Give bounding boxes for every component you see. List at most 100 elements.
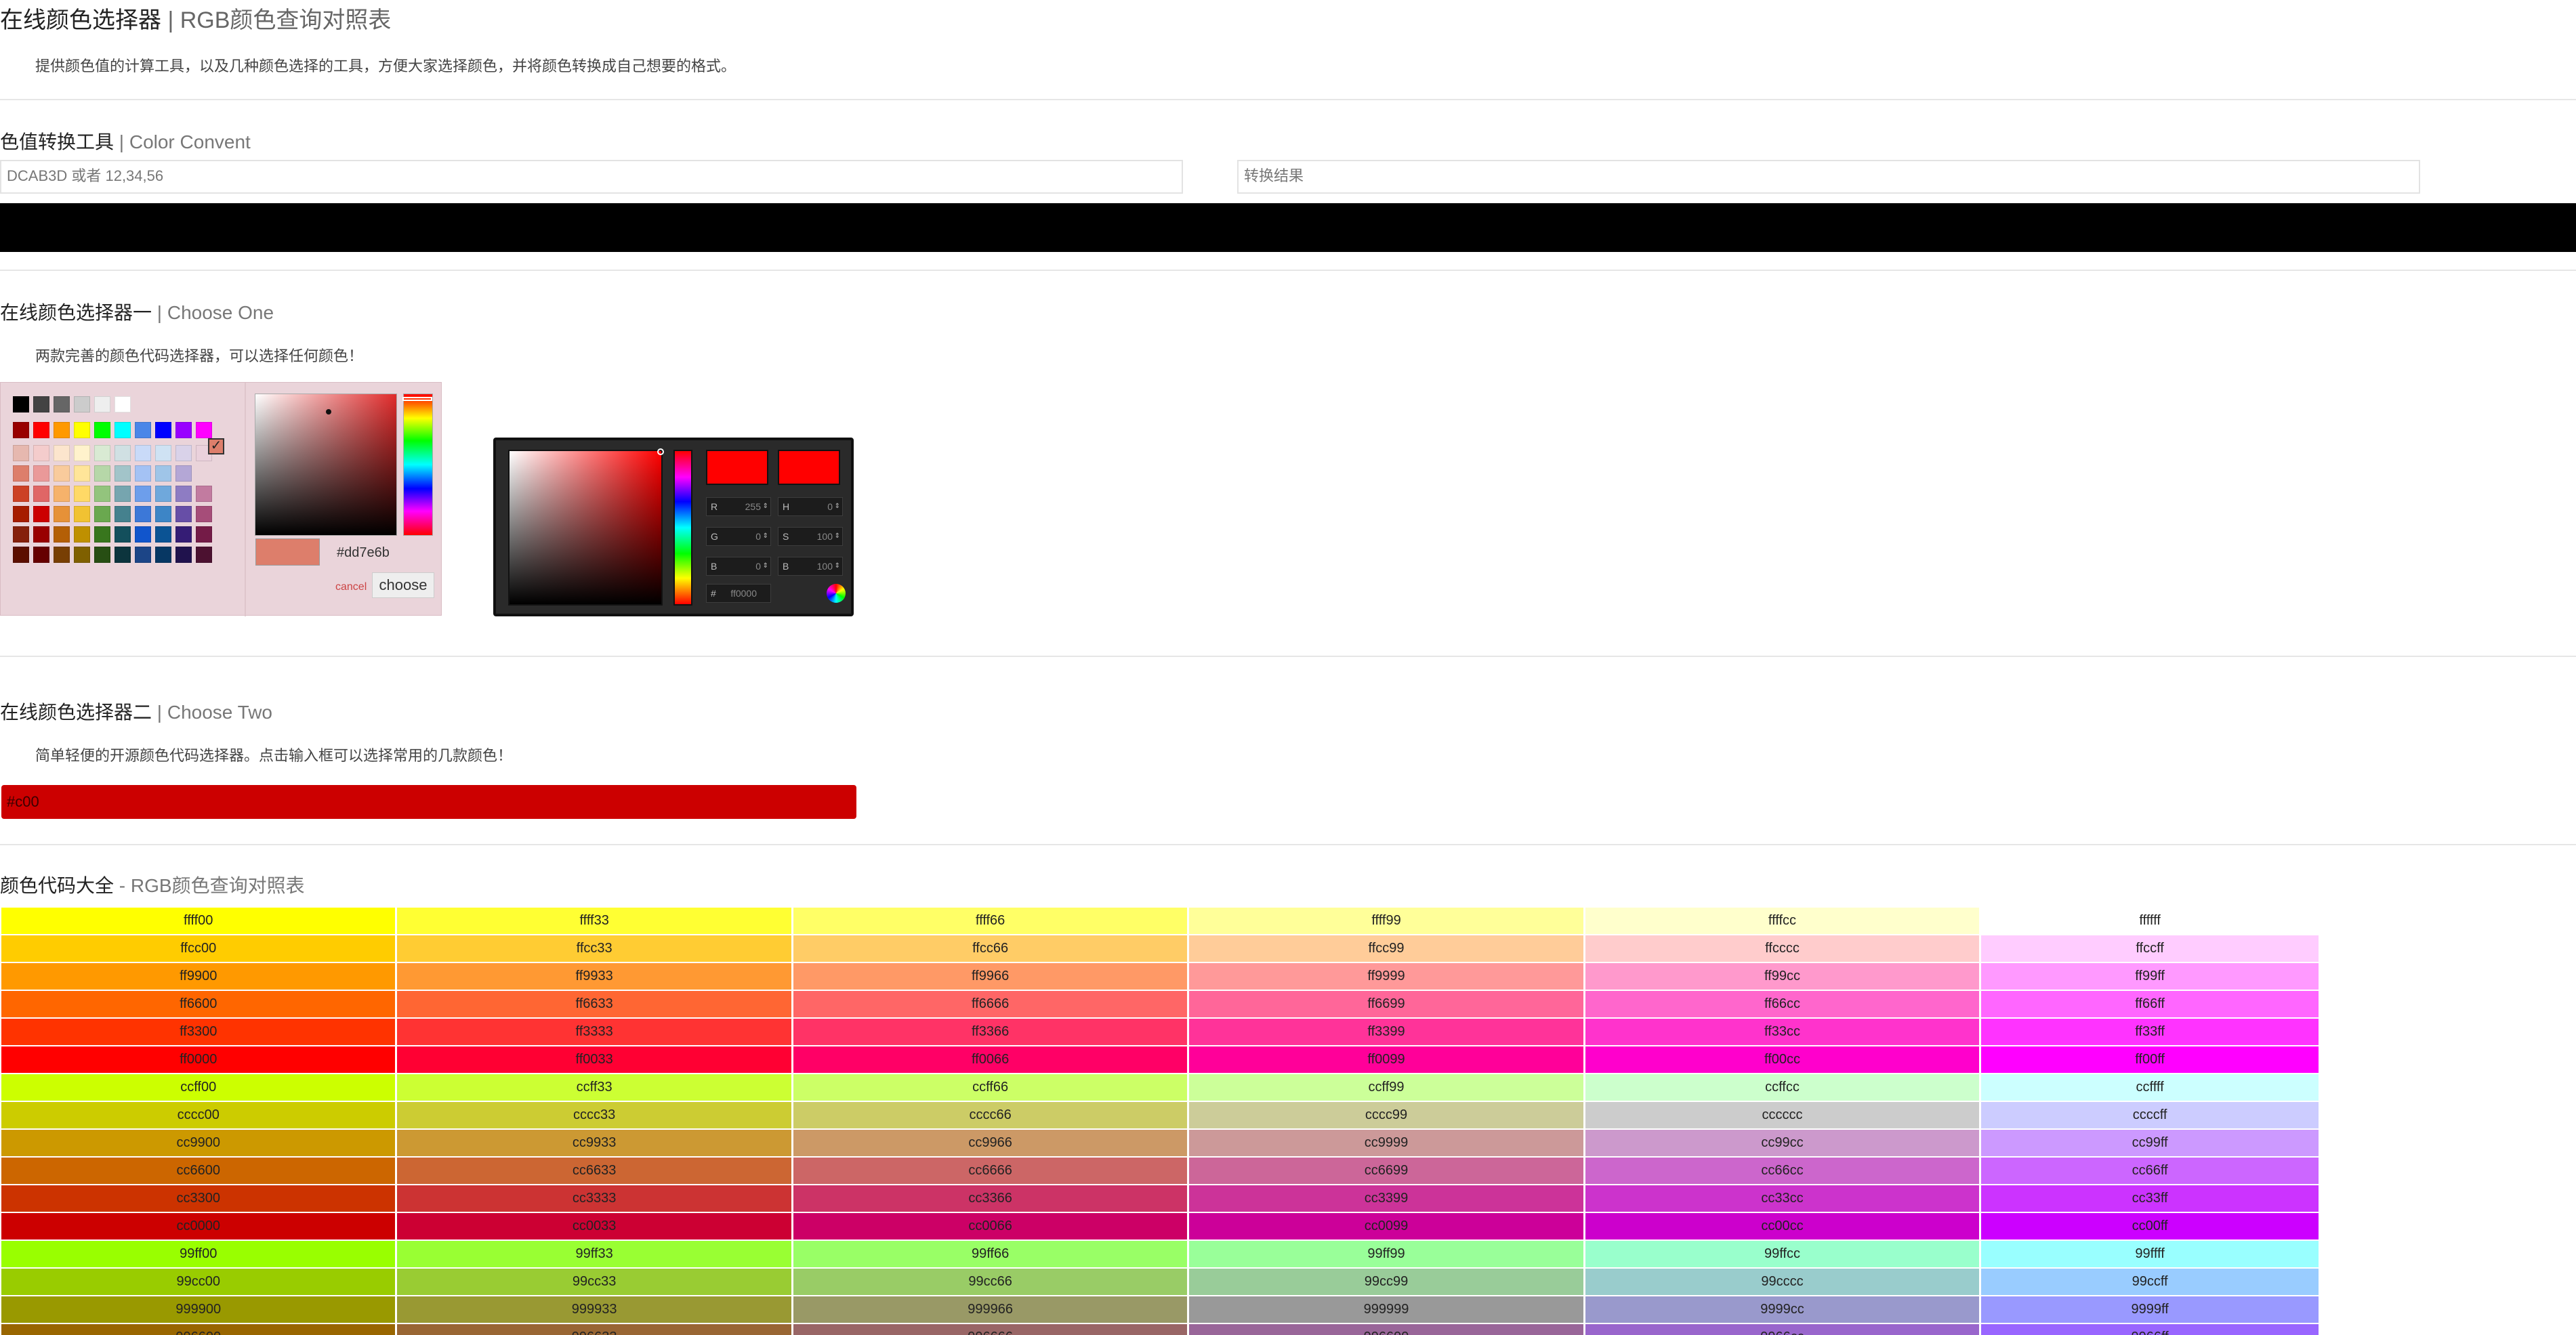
palette-swatch[interactable] xyxy=(33,445,49,461)
color-code-cell[interactable]: cc9966 xyxy=(793,1130,1188,1156)
color-code-cell[interactable]: ffff66 xyxy=(793,908,1188,934)
color-code-cell[interactable]: cc9900 xyxy=(1,1130,396,1156)
color-code-cell[interactable]: ff6666 xyxy=(793,991,1188,1017)
color-code-cell[interactable]: ff0033 xyxy=(397,1046,791,1073)
hex-field[interactable]: # ff0000 xyxy=(706,584,771,603)
palette-swatch[interactable] xyxy=(13,526,29,543)
palette-swatch[interactable] xyxy=(94,506,110,522)
color-code-cell[interactable]: ff0066 xyxy=(793,1046,1188,1073)
palette-swatch[interactable] xyxy=(175,465,192,482)
color-code-cell[interactable]: cc00cc xyxy=(1585,1213,1980,1239)
color-code-cell[interactable]: ffccff xyxy=(1981,935,2319,962)
color-code-cell[interactable]: cc99cc xyxy=(1585,1130,1980,1156)
color-value-field[interactable]: R 255 ⇕ xyxy=(706,497,771,516)
color-code-cell[interactable]: ccccff xyxy=(1981,1102,2319,1128)
color-code-cell[interactable]: ff9900 xyxy=(1,963,396,990)
color-code-cell[interactable]: cc00ff xyxy=(1981,1213,2319,1239)
palette-swatch[interactable] xyxy=(155,526,171,543)
color-code-cell[interactable]: 996699 xyxy=(1189,1324,1583,1335)
palette-swatch[interactable] xyxy=(115,506,131,522)
color-code-cell[interactable]: ffcc99 xyxy=(1189,935,1583,962)
hue-slider[interactable] xyxy=(673,450,692,606)
color-code-cell[interactable]: cc33ff xyxy=(1981,1185,2319,1212)
color-code-cell[interactable]: cc66cc xyxy=(1585,1158,1980,1184)
palette-swatch[interactable] xyxy=(13,486,29,502)
color-code-cell[interactable]: ff0000 xyxy=(1,1046,396,1073)
color-code-cell[interactable]: 99ff99 xyxy=(1189,1241,1583,1267)
palette-swatch[interactable] xyxy=(135,547,151,563)
palette-swatch[interactable] xyxy=(196,526,212,543)
color-code-cell[interactable]: ff9933 xyxy=(397,963,791,990)
palette-swatch[interactable] xyxy=(54,396,70,412)
color-code-cell[interactable]: ffcccc xyxy=(1585,935,1980,962)
color-code-cell[interactable]: cc6666 xyxy=(793,1158,1188,1184)
color-code-cell[interactable]: 996633 xyxy=(397,1324,791,1335)
palette-swatch[interactable] xyxy=(155,422,171,438)
palette-swatch[interactable] xyxy=(74,506,90,522)
color-code-cell[interactable]: ff99cc xyxy=(1585,963,1980,990)
color-code-cell[interactable]: ffcc66 xyxy=(793,935,1188,962)
color-code-cell[interactable]: 99ffcc xyxy=(1585,1241,1980,1267)
color-value-field[interactable]: G 0 ⇕ xyxy=(706,527,771,546)
color-code-cell[interactable]: cc0066 xyxy=(793,1213,1188,1239)
color-code-cell[interactable]: ccff00 xyxy=(1,1074,396,1101)
palette-swatch[interactable] xyxy=(115,422,131,438)
palette-swatch[interactable] xyxy=(135,526,151,543)
palette-swatch[interactable] xyxy=(196,486,212,502)
palette-swatch[interactable] xyxy=(94,547,110,563)
color-code-cell[interactable]: cc6600 xyxy=(1,1158,396,1184)
color-code-cell[interactable]: 99cc99 xyxy=(1189,1269,1583,1295)
color-code-cell[interactable]: cccccc xyxy=(1585,1102,1980,1128)
palette-swatch[interactable] xyxy=(94,422,110,438)
stepper-icon[interactable]: ⇕ xyxy=(763,498,768,515)
color-code-cell[interactable]: cccc66 xyxy=(793,1102,1188,1128)
color-code-cell[interactable]: cc6699 xyxy=(1189,1158,1583,1184)
palette-swatch[interactable] xyxy=(54,547,70,563)
palette-swatch[interactable] xyxy=(13,547,29,563)
color-code-cell[interactable]: cc3333 xyxy=(397,1185,791,1212)
palette-swatch[interactable] xyxy=(74,396,90,412)
palette-swatch[interactable] xyxy=(196,506,212,522)
saturation-brightness-area[interactable] xyxy=(255,394,397,536)
color-value-field[interactable]: B 0 ⇕ xyxy=(706,557,771,576)
palette-swatch[interactable] xyxy=(54,445,70,461)
color-code-cell[interactable]: 99cc66 xyxy=(793,1269,1188,1295)
color-code-cell[interactable]: ff3366 xyxy=(793,1019,1188,1045)
palette-swatch[interactable] xyxy=(135,506,151,522)
stepper-icon[interactable]: ⇕ xyxy=(835,498,840,515)
cancel-link[interactable]: cancel xyxy=(335,581,367,593)
color-code-cell[interactable]: 999966 xyxy=(793,1296,1188,1323)
color-code-cell[interactable]: 996666 xyxy=(793,1324,1188,1335)
color-code-cell[interactable]: ff66cc xyxy=(1585,991,1980,1017)
color-code-cell[interactable]: 999900 xyxy=(1,1296,396,1323)
palette-swatch[interactable] xyxy=(13,506,29,522)
saturation-brightness-area[interactable] xyxy=(508,448,664,606)
stepper-icon[interactable]: ⇕ xyxy=(835,528,840,545)
picker-handle[interactable] xyxy=(657,448,664,455)
palette-swatch[interactable] xyxy=(135,486,151,502)
color-code-cell[interactable]: ff3333 xyxy=(397,1019,791,1045)
color-code-cell[interactable]: cccc33 xyxy=(397,1102,791,1128)
palette-swatch[interactable] xyxy=(33,547,49,563)
palette-swatch[interactable] xyxy=(175,422,192,438)
palette-swatch[interactable] xyxy=(33,486,49,502)
palette-swatch[interactable] xyxy=(54,422,70,438)
palette-swatch[interactable] xyxy=(175,445,192,461)
palette-swatch[interactable] xyxy=(115,445,131,461)
color-value-input[interactable]: DCAB3D 或者 12,34,56 xyxy=(0,160,1183,194)
palette-swatch[interactable] xyxy=(135,445,151,461)
palette-swatch[interactable] xyxy=(115,465,131,482)
palette-swatch[interactable] xyxy=(33,396,49,412)
color-code-cell[interactable]: ff6633 xyxy=(397,991,791,1017)
convert-result-field[interactable]: 转换结果 xyxy=(1237,160,2420,194)
selected-check-icon[interactable]: ✓ xyxy=(208,438,224,454)
color-code-cell[interactable]: ccff66 xyxy=(793,1074,1188,1101)
palette-swatch[interactable] xyxy=(74,465,90,482)
color-code-cell[interactable]: ff00cc xyxy=(1585,1046,1980,1073)
palette-swatch[interactable] xyxy=(155,486,171,502)
palette-swatch[interactable] xyxy=(74,526,90,543)
color-code-cell[interactable]: ff33ff xyxy=(1981,1019,2319,1045)
stepper-icon[interactable]: ⇕ xyxy=(835,557,840,575)
color-code-cell[interactable]: 9999cc xyxy=(1585,1296,1980,1323)
palette-swatch[interactable] xyxy=(115,547,131,563)
